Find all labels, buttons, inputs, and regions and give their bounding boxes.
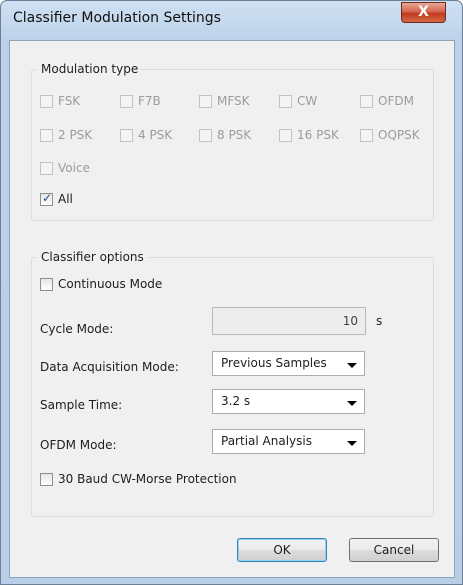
window-title: Classifier Modulation Settings xyxy=(13,10,221,26)
classifier-options-group: Classifier options Continuous Mode Cycle… xyxy=(31,250,434,517)
checkbox-box xyxy=(40,128,53,142)
ofdm-mode-value: Partial Analysis xyxy=(221,434,312,448)
data-acquisition-label: Data Acquisition Mode: xyxy=(40,360,179,374)
checkbox-voice[interactable]: Voice xyxy=(40,159,90,177)
checkbox-box xyxy=(279,128,292,142)
ok-button[interactable]: OK xyxy=(237,538,327,562)
dialog-body: Modulation type FSK F7B MFSK CW OFDM 2 P… xyxy=(9,40,455,578)
classifier-options-label: Classifier options xyxy=(38,250,147,264)
checkbox-label: F7B xyxy=(138,94,161,108)
modulation-type-group: Modulation type FSK F7B MFSK CW OFDM 2 P… xyxy=(31,62,434,221)
checkbox-label: 30 Baud CW-Morse Protection xyxy=(58,472,237,486)
cancel-button-label: Cancel xyxy=(373,543,415,557)
checkbox-fsk[interactable]: FSK xyxy=(40,92,80,110)
checkbox-box: ✓ xyxy=(40,190,53,206)
checkbox-label: 4 PSK xyxy=(138,128,173,142)
close-icon: X xyxy=(418,4,429,20)
sample-time-value: 3.2 s xyxy=(221,394,251,408)
checkbox-box xyxy=(199,128,212,142)
checkbox-box xyxy=(360,128,373,142)
checkbox-label: Continuous Mode xyxy=(58,277,163,291)
checkbox-cw[interactable]: CW xyxy=(279,92,317,110)
checkbox-box xyxy=(360,94,373,108)
checkbox-label: MFSK xyxy=(217,94,250,108)
checkbox-label: 16 PSK xyxy=(297,128,339,142)
checkbox-ofdm[interactable]: OFDM xyxy=(360,92,414,110)
data-acquisition-value: Previous Samples xyxy=(221,356,327,370)
cycle-mode-unit: s xyxy=(376,314,383,328)
checkbox-box xyxy=(279,94,292,108)
checkbox-all[interactable]: ✓ All xyxy=(40,190,73,208)
modulation-type-label: Modulation type xyxy=(38,62,142,76)
close-button[interactable]: X xyxy=(401,2,446,23)
checkbox-label: 8 PSK xyxy=(217,128,252,142)
checkbox-box xyxy=(40,94,53,108)
checkbox-box xyxy=(199,94,212,108)
chevron-down-icon xyxy=(347,401,357,406)
checkbox-oqpsk[interactable]: OQPSK xyxy=(360,126,420,144)
checkbox-16psk[interactable]: 16 PSK xyxy=(279,126,339,144)
checkbox-f7b[interactable]: F7B xyxy=(120,92,161,110)
chevron-down-icon xyxy=(347,441,357,446)
ok-button-label: OK xyxy=(273,543,291,557)
checkbox-label: All xyxy=(58,192,73,206)
ofdm-mode-label: OFDM Mode: xyxy=(40,438,117,452)
ofdm-mode-select[interactable]: Partial Analysis xyxy=(212,429,365,454)
checkbox-box xyxy=(40,472,53,486)
checkbox-label: Voice xyxy=(58,161,90,175)
checkbox-label: FSK xyxy=(58,94,81,108)
checkbox-box xyxy=(120,94,133,108)
cycle-mode-label: Cycle Mode: xyxy=(40,322,114,336)
dialog-window: Classifier Modulation Settings X Modulat… xyxy=(0,0,463,585)
continuous-mode-checkbox[interactable]: Continuous Mode xyxy=(40,275,162,293)
checkbox-label: 2 PSK xyxy=(58,128,93,142)
cancel-button[interactable]: Cancel xyxy=(349,538,439,562)
checkbox-label: OFDM xyxy=(378,94,414,108)
checkbox-8psk[interactable]: 8 PSK xyxy=(199,126,251,144)
checkbox-label: CW xyxy=(297,94,318,108)
data-acquisition-select[interactable]: Previous Samples xyxy=(212,351,365,376)
checkbox-label: OQPSK xyxy=(378,128,420,142)
checkbox-2psk[interactable]: 2 PSK xyxy=(40,126,92,144)
sample-time-select[interactable]: 3.2 s xyxy=(212,389,365,414)
checkbox-box xyxy=(40,277,53,291)
checkmark-icon: ✓ xyxy=(42,190,53,205)
sample-time-label: Sample Time: xyxy=(40,398,123,412)
title-bar[interactable]: Classifier Modulation Settings X xyxy=(1,1,462,34)
checkbox-4psk[interactable]: 4 PSK xyxy=(120,126,172,144)
cycle-mode-field[interactable]: 10 xyxy=(212,307,366,335)
checkbox-box xyxy=(40,161,53,175)
chevron-down-icon xyxy=(347,363,357,368)
cycle-mode-value: 10 xyxy=(342,314,358,328)
cw-morse-protection-checkbox[interactable]: 30 Baud CW-Morse Protection xyxy=(40,470,237,488)
checkbox-mfsk[interactable]: MFSK xyxy=(199,92,250,110)
checkbox-box xyxy=(120,128,133,142)
